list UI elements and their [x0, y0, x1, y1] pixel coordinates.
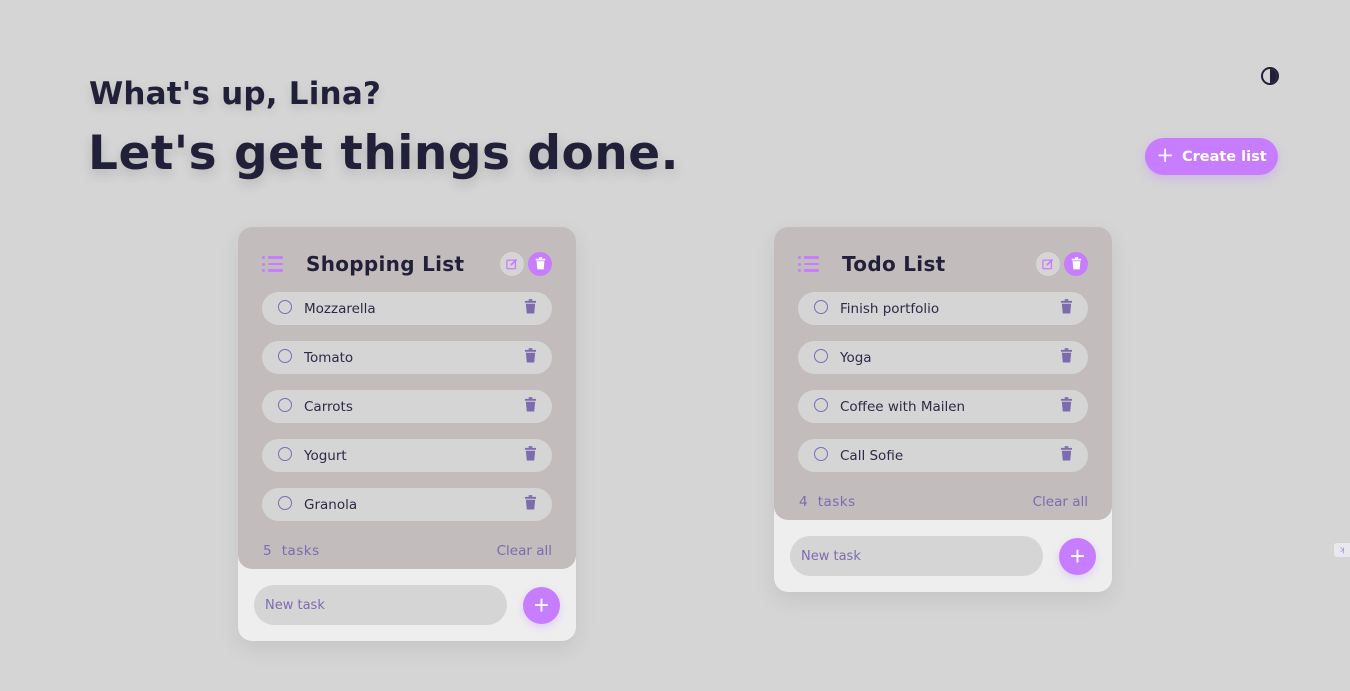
task-item: Yoga — [798, 341, 1088, 374]
list-card-body: Todo List Finish portfolio Yoga Coffee with… — [774, 227, 1112, 520]
task-label: Yoga — [840, 349, 872, 366]
plus-icon: + — [1069, 540, 1086, 571]
task-checkbox[interactable] — [278, 348, 292, 363]
delete-task-icon[interactable] — [1060, 445, 1074, 462]
task-item: Carrots — [262, 390, 552, 423]
plus-icon: + — [533, 589, 550, 620]
task-item: Finish portfolio — [798, 292, 1088, 325]
greeting-text: What's up, Lina? — [89, 76, 382, 112]
task-label: Carrots — [304, 398, 353, 415]
list-card-header: Shopping List — [262, 251, 552, 277]
extension-tab-icon[interactable]: ʞ — [1334, 543, 1350, 557]
task-item: Call Sofie — [798, 439, 1088, 472]
trash-icon — [535, 255, 546, 274]
task-count-label: tasks — [817, 494, 856, 510]
delete-task-icon[interactable] — [524, 445, 538, 462]
contrast-icon[interactable] — [1261, 67, 1279, 85]
list-icon — [798, 255, 820, 273]
edit-icon — [1042, 255, 1054, 274]
add-task-button[interactable]: + — [523, 586, 560, 624]
task-label: Yogurt — [304, 447, 347, 464]
list-footer: 5 tasks Clear all — [262, 537, 552, 559]
task-count-label: tasks — [281, 543, 320, 559]
delete-task-icon[interactable] — [524, 298, 538, 315]
task-checkbox[interactable] — [814, 397, 828, 412]
create-list-button[interactable]: + Create list — [1145, 138, 1278, 175]
task-label: Call Sofie — [840, 447, 904, 464]
task-checkbox[interactable] — [814, 299, 828, 314]
task-item: Granola — [262, 488, 552, 521]
list-title: Shopping List — [306, 252, 465, 276]
task-checkbox[interactable] — [278, 397, 292, 412]
task-label: Coffee with Mailen — [840, 398, 966, 415]
task-count-number: 5 — [263, 543, 273, 559]
task-label: Tomato — [304, 349, 354, 366]
task-item: Tomato — [262, 341, 552, 374]
edit-icon — [506, 255, 518, 274]
trash-icon — [1071, 255, 1082, 274]
task-label: Mozzarella — [304, 300, 376, 317]
delete-task-icon[interactable] — [524, 494, 538, 511]
task-count: 5 tasks — [263, 543, 320, 559]
delete-task-icon[interactable] — [1060, 298, 1074, 315]
task-item: Coffee with Mailen — [798, 390, 1088, 423]
page-headline: Let's get things done. — [88, 126, 679, 181]
list-icon — [262, 255, 284, 273]
task-checkbox[interactable] — [814, 348, 828, 363]
new-task-row: + — [774, 520, 1112, 592]
clear-all-link[interactable]: Clear all — [497, 543, 552, 559]
task-count: 4 tasks — [799, 494, 856, 510]
list-card: Shopping List Mozzarella Tomato Carrots Yogu… — [238, 227, 576, 641]
plus-icon: + — [1156, 143, 1174, 167]
list-footer: 4 tasks Clear all — [798, 488, 1088, 510]
delete-task-icon[interactable] — [524, 396, 538, 413]
task-checkbox[interactable] — [814, 446, 828, 461]
task-count-number: 4 — [799, 494, 809, 510]
list-card-header: Todo List — [798, 251, 1088, 277]
list-card-body: Shopping List Mozzarella Tomato Carrots Yogu… — [238, 227, 576, 569]
new-task-input[interactable] — [790, 536, 1043, 576]
edit-list-button[interactable] — [1036, 252, 1060, 276]
delete-list-button[interactable] — [528, 252, 552, 276]
task-item: Yogurt — [262, 439, 552, 472]
task-checkbox[interactable] — [278, 495, 292, 510]
delete-task-icon[interactable] — [1060, 347, 1074, 364]
task-item: Mozzarella — [262, 292, 552, 325]
task-label: Finish portfolio — [840, 300, 940, 317]
page: What's up, Lina? Let's get things done. … — [0, 0, 1350, 691]
task-checkbox[interactable] — [278, 299, 292, 314]
delete-list-button[interactable] — [1064, 252, 1088, 276]
task-label: Granola — [304, 496, 358, 513]
edit-list-button[interactable] — [500, 252, 524, 276]
add-task-button[interactable]: + — [1059, 537, 1096, 575]
new-task-row: + — [238, 569, 576, 641]
task-checkbox[interactable] — [278, 446, 292, 461]
delete-task-icon[interactable] — [524, 347, 538, 364]
list-title: Todo List — [842, 252, 946, 276]
list-card: Todo List Finish portfolio Yoga Coffee with… — [774, 227, 1112, 592]
clear-all-link[interactable]: Clear all — [1033, 494, 1088, 510]
delete-task-icon[interactable] — [1060, 396, 1074, 413]
create-list-label: Create list — [1181, 148, 1267, 165]
new-task-input[interactable] — [254, 585, 507, 625]
